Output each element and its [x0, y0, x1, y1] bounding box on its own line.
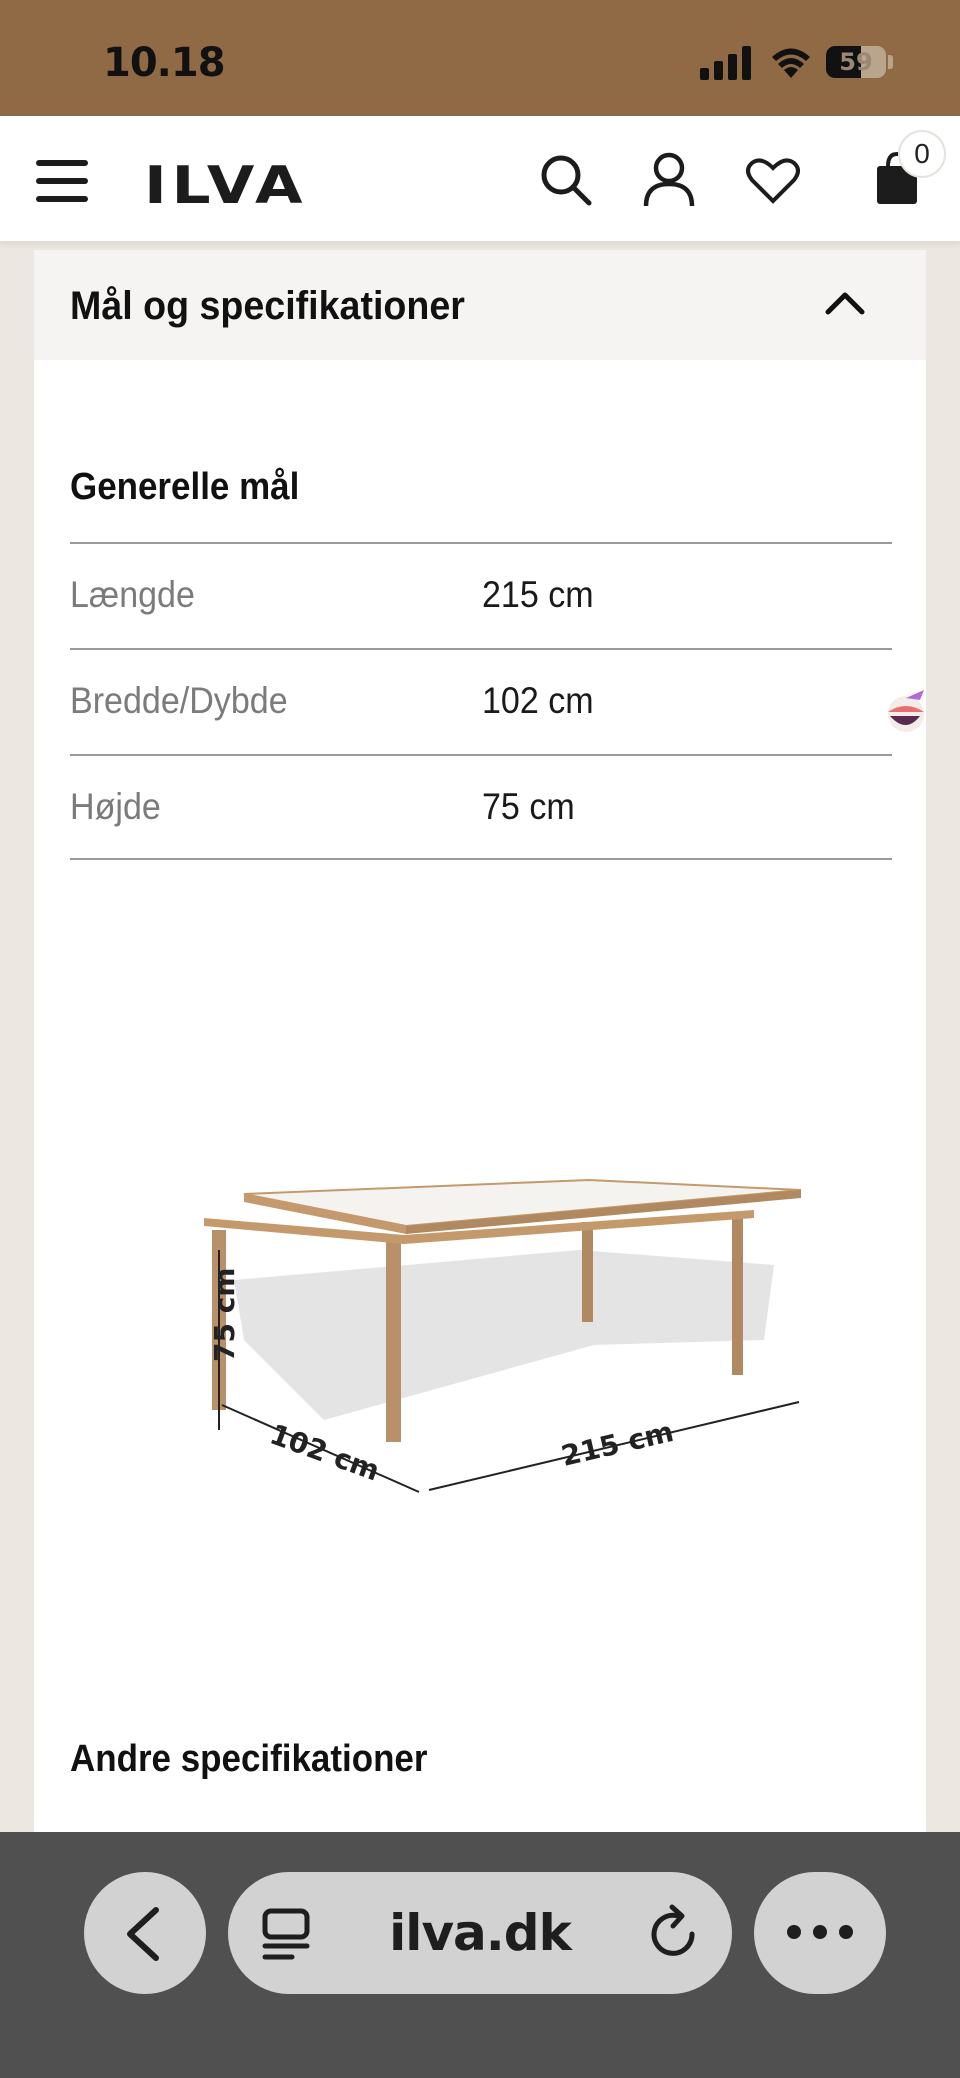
- height-dimension-label: 75 cm: [208, 1268, 241, 1363]
- dimension-label: Bredde/Dybde: [70, 680, 288, 721]
- cellular-signal-icon: [700, 46, 751, 80]
- status-time: 10.18: [103, 40, 226, 86]
- address-bar[interactable]: ilva.dk: [228, 1872, 732, 1994]
- dimension-value: 102 cm: [482, 680, 594, 721]
- specifications-accordion-header[interactable]: Mål og specifikationer: [34, 250, 926, 360]
- cart-count-badge: 0: [898, 130, 946, 178]
- table-leg: [582, 1222, 593, 1322]
- table-row: Længde 215 cm: [70, 542, 892, 648]
- dimension-value: 75 cm: [482, 786, 575, 827]
- back-button[interactable]: [84, 1872, 206, 1994]
- table-leg: [386, 1237, 401, 1442]
- battery-percent: 59: [839, 48, 873, 76]
- account-icon[interactable]: [643, 152, 695, 208]
- chat-widget-icon[interactable]: [880, 686, 960, 742]
- table-dimension-illustration: 75 cm 102 cm 215 cm: [204, 1178, 802, 1493]
- ellipsis-icon: [787, 1925, 853, 1939]
- menu-icon[interactable]: [36, 160, 88, 202]
- other-specifications-heading: Andre specifikationer: [70, 1738, 428, 1780]
- battery-nub: [888, 55, 893, 69]
- dimension-label: Højde: [70, 786, 161, 827]
- specifications-card: Mål og specifikationer Generelle mål Læn…: [34, 250, 926, 1834]
- status-bar: 10.18 59: [0, 0, 960, 116]
- chevron-up-icon[interactable]: [824, 290, 866, 316]
- general-dimensions-heading: Generelle mål: [70, 466, 300, 508]
- accordion-title: Mål og specifikationer: [70, 284, 465, 328]
- length-dimension-label: 215 cm: [558, 1415, 676, 1473]
- table-row: Højde 75 cm: [70, 754, 892, 860]
- site-header: ILVA: [0, 116, 960, 242]
- table-row: Bredde/Dybde 102 cm: [70, 648, 892, 754]
- wifi-icon: [772, 48, 810, 78]
- dimension-value: 215 cm: [482, 574, 594, 615]
- dimension-label: Længde: [70, 574, 195, 615]
- battery-icon: 59: [826, 46, 886, 78]
- dimensions-table: Længde 215 cm Bredde/Dybde 102 cm Højde …: [70, 542, 892, 860]
- more-options-button[interactable]: [754, 1872, 886, 1994]
- ilva-logo[interactable]: ILVA: [144, 156, 307, 216]
- reload-icon[interactable]: [648, 1904, 700, 1960]
- wishlist-heart-icon[interactable]: [746, 158, 800, 204]
- search-icon[interactable]: [540, 154, 592, 206]
- table-leg: [732, 1215, 743, 1375]
- browser-toolbar: ilva.dk: [0, 1832, 960, 2078]
- depth-dimension-label: 102 cm: [266, 1418, 384, 1488]
- chevron-left-icon: [127, 1907, 159, 1961]
